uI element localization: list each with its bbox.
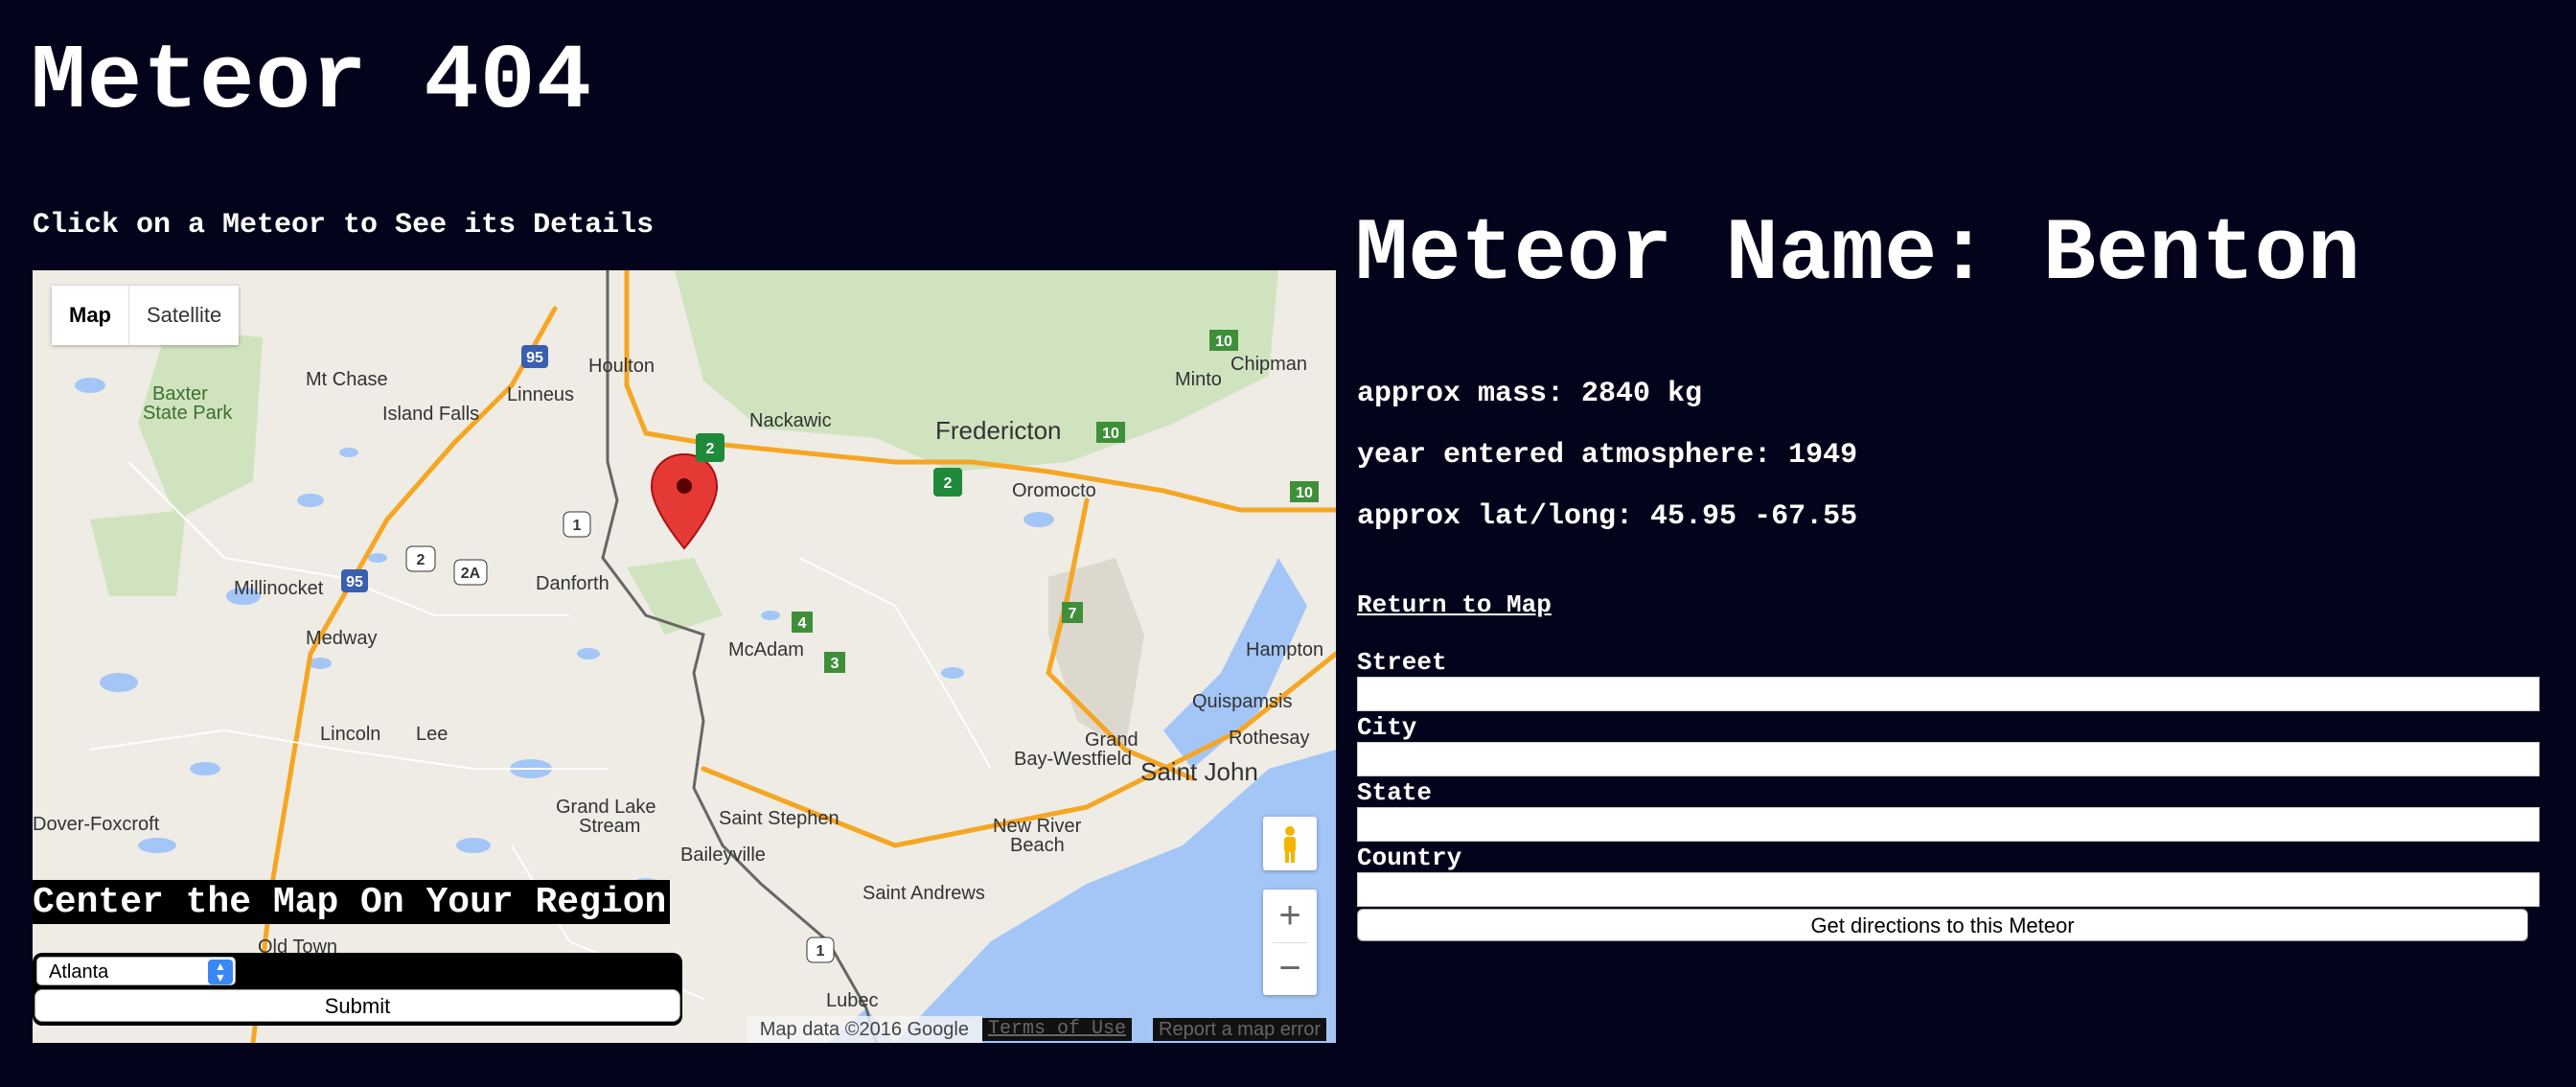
svg-text:State Park: State Park [143,403,233,424]
svg-text:Stream: Stream [579,816,640,837]
svg-text:10: 10 [1215,334,1232,350]
svg-text:Danforth: Danforth [536,573,610,594]
map-attribution: Map data ©2016 Google [746,1016,982,1043]
get-directions-button[interactable]: Get directions to this Meteor [1357,909,2528,941]
page-title: Meteor 404 [31,30,593,134]
svg-text:10: 10 [1102,426,1119,442]
center-map-heading: Center the Map On Your Region [33,880,671,924]
svg-text:Millinocket: Millinocket [234,578,324,599]
svg-text:2: 2 [417,552,426,568]
state-label: State [1357,778,1433,807]
region-select[interactable]: Atlanta ▲ ▼ [36,957,236,985]
street-input[interactable] [1357,677,2540,711]
svg-text:Grand: Grand [1085,729,1138,751]
city-input[interactable] [1357,742,2540,776]
svg-text:Grand Lake: Grand Lake [556,797,656,818]
svg-text:Saint Stephen: Saint Stephen [719,808,840,829]
svg-text:Hampton: Hampton [1246,639,1323,660]
state-input[interactable] [1357,807,2540,842]
svg-text:Beach: Beach [1010,835,1065,856]
country-label: Country [1357,844,1462,872]
map-type-satellite-button[interactable]: Satellite [129,286,239,345]
meteor-name-heading: Meteor Name: Benton [1355,204,2360,305]
zoom-divider [1273,942,1307,943]
svg-text:Quispamsis: Quispamsis [1192,691,1292,712]
country-input[interactable] [1357,872,2540,907]
street-label: Street [1357,648,1447,677]
svg-text:Baileyville: Baileyville [680,844,766,866]
svg-text:Rothesay: Rothesay [1229,728,1310,749]
svg-text:Chipman: Chipman [1230,354,1307,375]
svg-text:McAdam: McAdam [728,639,804,660]
zoom-control: + − [1263,890,1317,995]
map-canvas[interactable]: Houlton Mt Chase Baxter State Park Islan… [33,270,1336,1043]
svg-text:Linneus: Linneus [507,384,574,405]
select-arrows-icon: ▲ ▼ [208,960,233,984]
svg-text:Oromocto: Oromocto [1012,480,1096,501]
region-select-value: Atlanta [49,961,109,983]
svg-text:Lincoln: Lincoln [320,724,380,745]
svg-text:10: 10 [1296,485,1313,501]
svg-text:Nackawic: Nackawic [749,410,832,431]
meteor-year: year entered atmosphere: 1949 [1357,439,1858,472]
svg-text:95: 95 [526,350,543,366]
svg-text:3: 3 [831,656,840,672]
svg-text:Island Falls: Island Falls [382,404,479,425]
street-view-pegman-icon[interactable] [1263,817,1317,870]
svg-text:Saint Andrews: Saint Andrews [862,883,985,904]
terms-of-use-link[interactable]: Terms of Use [982,1018,1133,1041]
map[interactable]: Houlton Mt Chase Baxter State Park Islan… [33,270,1336,1043]
svg-text:New River: New River [993,816,1082,837]
svg-text:1: 1 [816,943,825,960]
return-to-map-link[interactable]: Return to Map [1357,590,1552,619]
svg-text:2: 2 [706,441,715,457]
map-type-control: Map Satellite [52,286,240,345]
svg-text:4: 4 [798,615,807,632]
report-map-error-link[interactable]: Report a map error [1153,1018,1326,1041]
svg-text:2: 2 [944,475,953,492]
svg-text:Fredericton: Fredericton [935,416,1062,445]
svg-text:7: 7 [1069,606,1077,622]
svg-text:Baxter: Baxter [152,383,208,405]
center-map-form: Atlanta ▲ ▼ Submit [33,953,682,1026]
map-type-map-button[interactable]: Map [52,286,129,345]
svg-text:1: 1 [573,518,582,534]
svg-text:Minto: Minto [1175,369,1222,390]
center-submit-button[interactable]: Submit [34,989,680,1022]
zoom-in-button[interactable]: + [1263,890,1317,942]
svg-text:Saint John: Saint John [1140,757,1258,786]
svg-text:Bay-Westfield: Bay-Westfield [1014,749,1132,770]
svg-text:Lubec: Lubec [826,990,879,1011]
svg-text:2A: 2A [461,566,481,582]
svg-text:Medway: Medway [306,628,377,649]
svg-text:Lee: Lee [416,724,448,745]
meteor-mass: approx mass: 2840 kg [1357,378,1703,410]
city-label: City [1357,713,1417,742]
svg-text:Dover-Foxcroft: Dover-Foxcroft [33,814,160,835]
map-instructions: Click on a Meteor to See its Details [33,209,655,242]
svg-text:Houlton: Houlton [588,356,655,377]
svg-text:Mt Chase: Mt Chase [306,369,388,390]
map-footer: Map data ©2016 Google Terms of Use Repor… [746,1016,1336,1043]
zoom-out-button[interactable]: − [1263,942,1317,995]
svg-text:95: 95 [346,574,363,590]
meteor-latlong: approx lat/long: 45.95 -67.55 [1357,500,1858,533]
